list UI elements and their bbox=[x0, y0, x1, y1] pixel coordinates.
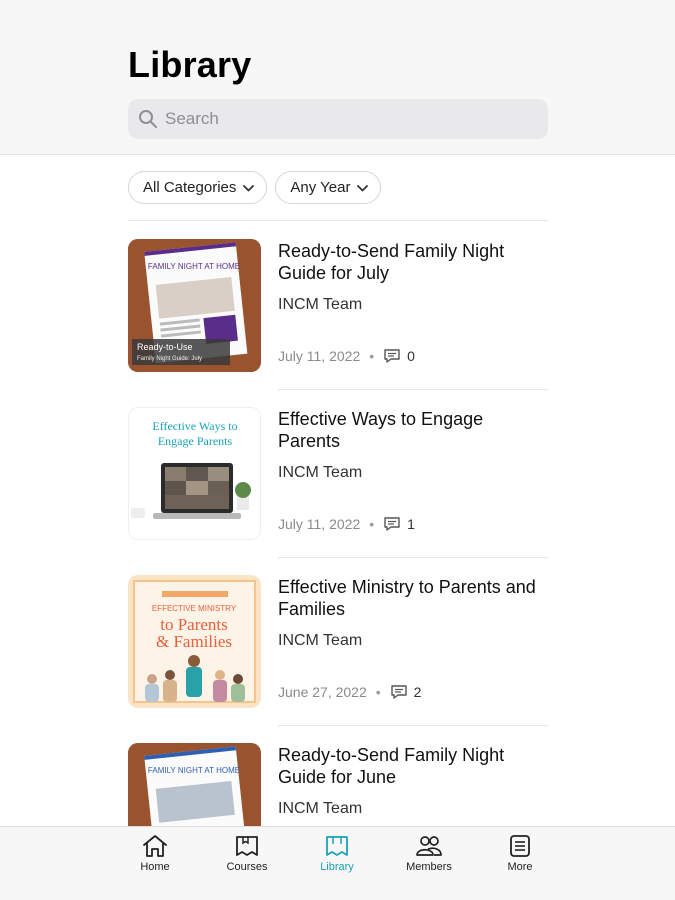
comment-count: 1 bbox=[407, 516, 415, 532]
comment-icon bbox=[390, 685, 407, 699]
item-date: June 27, 2022 bbox=[278, 684, 367, 700]
search-input[interactable]: Search bbox=[128, 99, 548, 139]
library-list: FAMILY NIGHT AT HOME Ready-to-Use Family… bbox=[128, 222, 548, 894]
item-date: July 11, 2022 bbox=[278, 516, 361, 532]
library-icon bbox=[326, 836, 348, 856]
list-item[interactable]: EFFECTIVE MINISTRY to Parents & Families… bbox=[128, 558, 548, 726]
item-author: INCM Team bbox=[278, 464, 363, 481]
item-title: Ready-to-Send Family Night Guide for Jun… bbox=[278, 745, 505, 787]
item-thumbnail: FAMILY NIGHT AT HOME Ready-to-Use Family… bbox=[128, 239, 261, 372]
filter-bar: All Categories Any Year bbox=[128, 171, 382, 204]
category-filter[interactable]: All Categories bbox=[128, 171, 268, 204]
item-title: Effective Ministry to Parents and Famili… bbox=[278, 577, 536, 619]
tab-home[interactable]: Home bbox=[115, 833, 195, 873]
thumb-subcaption: Family Night Guide: July bbox=[137, 356, 202, 362]
chevron-down-icon bbox=[243, 184, 255, 191]
tab-bar: Home Courses Library Members More bbox=[0, 826, 675, 900]
item-thumbnail: Effective Ways to Engage Parents bbox=[128, 407, 261, 540]
item-date: July 11, 2022 bbox=[278, 348, 361, 364]
thumb-title: Effective Ways to bbox=[152, 419, 237, 433]
more-icon bbox=[510, 835, 530, 857]
header: Library Search bbox=[0, 0, 675, 155]
comment-icon bbox=[384, 517, 400, 531]
members-icon bbox=[416, 836, 442, 856]
home-icon bbox=[143, 835, 167, 857]
thumb-title-line2: & Families bbox=[156, 632, 232, 651]
item-meta: July 11, 2022 • 1 bbox=[278, 516, 415, 532]
thumb-title: FAMILY NIGHT AT HOME bbox=[148, 262, 240, 271]
tab-more[interactable]: More bbox=[480, 833, 560, 873]
search-icon bbox=[139, 110, 157, 128]
svg-text:Engage Parents: Engage Parents bbox=[158, 434, 233, 448]
list-item[interactable]: FAMILY NIGHT AT HOME Ready-to-Use Family… bbox=[128, 222, 548, 390]
divider bbox=[128, 220, 548, 221]
item-title: Ready-to-Send Family Night Guide for Jul… bbox=[278, 241, 505, 283]
year-filter[interactable]: Any Year bbox=[275, 171, 382, 204]
courses-icon bbox=[236, 836, 258, 856]
comment-icon bbox=[384, 349, 400, 363]
item-meta: June 27, 2022 • 2 bbox=[278, 684, 421, 700]
tab-label: More bbox=[507, 861, 533, 873]
tab-label: Home bbox=[140, 861, 170, 873]
thumb-title: FAMILY NIGHT AT HOME bbox=[148, 766, 240, 775]
year-filter-label: Any Year bbox=[290, 179, 351, 196]
item-author: INCM Team bbox=[278, 296, 363, 313]
separator-dot: • bbox=[375, 684, 381, 700]
thumb-kicker: EFFECTIVE MINISTRY bbox=[152, 604, 237, 613]
tab-label: Courses bbox=[226, 861, 268, 873]
tab-label: Members bbox=[406, 861, 452, 873]
tab-label: Library bbox=[320, 861, 354, 873]
search-placeholder: Search bbox=[165, 109, 219, 128]
item-meta: July 11, 2022 • 0 bbox=[278, 348, 415, 364]
tab-members[interactable]: Members bbox=[389, 833, 469, 873]
thumb-caption: Ready-to-Use bbox=[137, 342, 193, 352]
list-item[interactable]: Effective Ways to Engage Parents Effecti… bbox=[128, 390, 548, 558]
item-author: INCM Team bbox=[278, 632, 363, 649]
separator-dot: • bbox=[369, 348, 375, 364]
tab-library[interactable]: Library bbox=[297, 833, 377, 873]
comment-count: 0 bbox=[407, 348, 415, 364]
item-thumbnail: EFFECTIVE MINISTRY to Parents & Families bbox=[128, 575, 261, 708]
comment-count: 2 bbox=[413, 684, 422, 700]
separator-dot: • bbox=[369, 516, 375, 532]
tab-courses[interactable]: Courses bbox=[207, 833, 287, 873]
page-title: Library bbox=[128, 44, 252, 85]
chevron-down-icon bbox=[357, 184, 369, 191]
category-filter-label: All Categories bbox=[143, 179, 237, 196]
item-title: Effective Ways to Engage Parents bbox=[278, 409, 484, 451]
item-author: INCM Team bbox=[278, 800, 363, 817]
